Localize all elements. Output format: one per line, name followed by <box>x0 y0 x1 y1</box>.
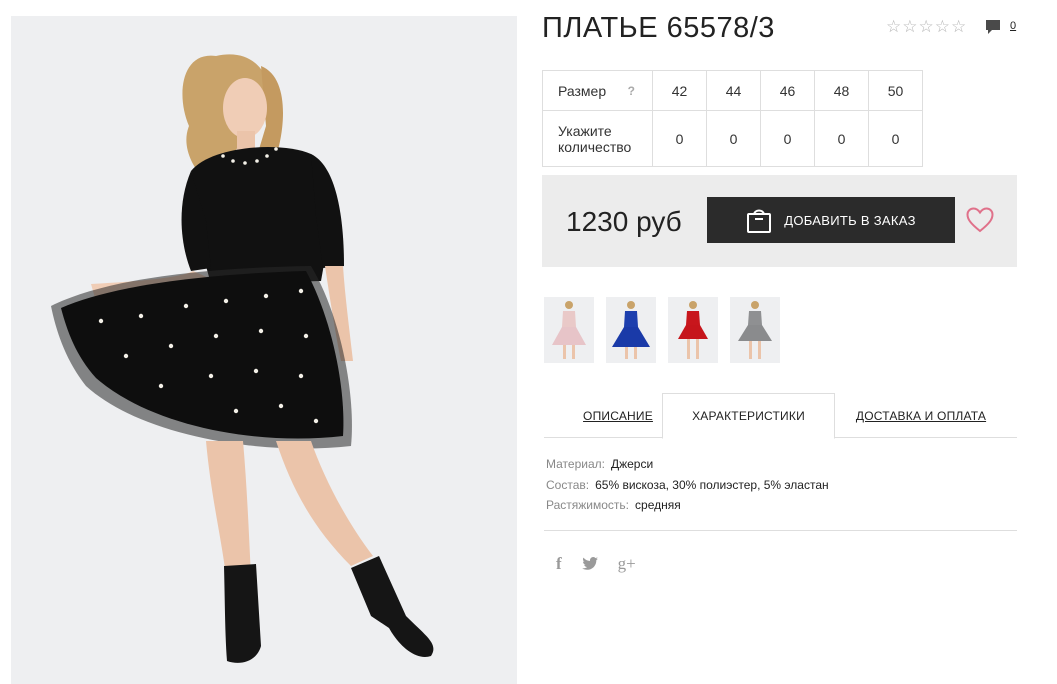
thumbnail-pink[interactable] <box>544 297 594 363</box>
rating-stars[interactable]: ☆ ☆ ☆ ☆ ☆ <box>886 17 966 37</box>
tab-label: ХАРАКТЕРИСТИКИ <box>692 409 805 423</box>
google-plus-icon[interactable]: g+ <box>618 554 636 574</box>
twitter-bird-icon <box>581 557 598 570</box>
tab-label: ОПИСАНИЕ <box>583 408 653 423</box>
quantity-input[interactable]: 0 <box>706 110 761 167</box>
thumbnail-blue[interactable] <box>606 297 656 363</box>
size-cell: 48 <box>814 70 869 111</box>
quantity-header-cell: Укажите количество <box>542 110 653 167</box>
thumbnail-grey[interactable] <box>730 297 780 363</box>
price-bar: 1230 руб ДОБАВИТЬ В ЗАКАЗ <box>542 175 1017 267</box>
size-cell: 42 <box>652 70 707 111</box>
star-icon[interactable]: ☆ <box>935 17 950 37</box>
quantity-label: Укажите количество <box>558 122 632 155</box>
comment-icon <box>986 20 1000 34</box>
twitter-icon[interactable] <box>581 557 598 571</box>
thumbnail-image <box>606 297 656 363</box>
heart-icon[interactable] <box>966 207 994 233</box>
size-table: Размер ? 42 44 46 48 50 Укажите количест… <box>542 70 923 167</box>
thumbnail-red[interactable] <box>668 297 718 363</box>
size-header-cell: Размер ? <box>542 70 653 111</box>
characteristic-value: 65% вискоза, 30% полиэстер, 5% эластан <box>595 477 829 492</box>
size-header-label: Размер <box>558 82 607 99</box>
star-icon[interactable]: ☆ <box>902 17 917 37</box>
characteristic-row: Материал: Джерси <box>546 454 829 475</box>
characteristic-key: Материал: <box>546 457 605 471</box>
size-cell: 50 <box>868 70 923 111</box>
product-main-photo[interactable] <box>11 16 517 684</box>
star-icon[interactable]: ☆ <box>919 17 934 37</box>
characteristic-key: Растяжимость: <box>546 498 630 512</box>
social-share: f g+ <box>556 554 636 574</box>
size-cell: 46 <box>760 70 815 111</box>
product-tabs: ОПИСАНИЕ ХАРАКТЕРИСТИКИ ДОСТАВКА И ОПЛАТ… <box>544 393 1017 439</box>
size-cell: 44 <box>706 70 761 111</box>
facebook-icon[interactable]: f <box>556 554 562 574</box>
thumbnail-image <box>730 297 780 363</box>
star-icon[interactable]: ☆ <box>951 17 966 37</box>
tab-label: ДОСТАВКА И ОПЛАТА <box>855 408 987 423</box>
comments-link[interactable]: 0 <box>985 19 1016 35</box>
model-illustration <box>11 16 517 684</box>
quantity-row: Укажите количество 0 0 0 0 0 <box>542 110 923 167</box>
characteristic-value: Джерси <box>610 457 654 471</box>
add-to-order-button[interactable]: ДОБАВИТЬ В ЗАКАЗ <box>707 197 955 243</box>
star-icon[interactable]: ☆ <box>886 17 901 37</box>
characteristic-key: Состав: <box>546 477 590 492</box>
tab-characteristics[interactable]: ХАРАКТЕРИСТИКИ <box>662 393 835 439</box>
tab-delivery-payment[interactable]: ДОСТАВКА И ОПЛАТА <box>849 393 993 438</box>
size-row: Размер ? 42 44 46 48 50 <box>542 70 923 111</box>
comments-count[interactable]: 0 <box>1010 19 1016 33</box>
divider <box>544 530 1017 531</box>
quantity-input[interactable]: 0 <box>814 110 869 167</box>
product-title: ПЛАТЬЕ 65578/3 <box>542 12 775 44</box>
thumbnail-image <box>544 297 594 363</box>
price: 1230 руб <box>566 206 682 237</box>
characteristics-list: Материал: Джерси Состав: 65% вискоза, 30% … <box>546 454 829 516</box>
thumbnail-image <box>668 297 718 363</box>
color-thumbnails <box>544 297 780 363</box>
characteristic-row: Состав: 65% вискоза, 30% полиэстер, 5% эл… <box>546 475 829 496</box>
quantity-input[interactable]: 0 <box>760 110 815 167</box>
characteristic-value: средняя <box>635 498 681 512</box>
tab-description[interactable]: ОПИСАНИЕ <box>562 393 674 438</box>
size-help-icon[interactable]: ? <box>628 84 635 98</box>
add-to-order-label: ДОБАВИТЬ В ЗАКАЗ <box>784 212 916 228</box>
shopping-bag-icon <box>747 209 772 233</box>
characteristic-row: Растяжимость: средняя <box>546 495 829 516</box>
quantity-input[interactable]: 0 <box>868 110 923 167</box>
quantity-input[interactable]: 0 <box>652 110 707 167</box>
